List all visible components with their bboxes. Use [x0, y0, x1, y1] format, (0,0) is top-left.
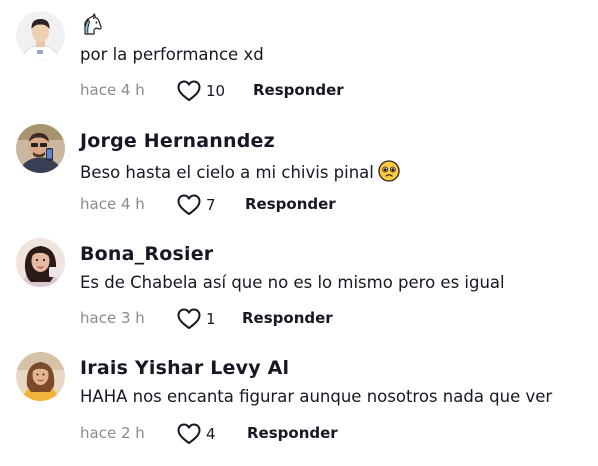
comment-timestamp: hace 4 h	[80, 81, 145, 99]
comment-timestamp: hace 4 h	[80, 195, 145, 213]
comment-item: Irais Yishar Levy Al HAHA nos encanta fi…	[0, 342, 598, 452]
comment-timestamp: hace 2 h	[80, 424, 145, 442]
heart-icon	[177, 194, 201, 216]
comment-text: Beso hasta el cielo a mi chivis pinal	[80, 160, 400, 186]
comment-text-content: Beso hasta el cielo a mi chivis pinal	[80, 163, 374, 182]
comment-item: Jorge Hernanndez Beso hasta el cielo a m…	[0, 114, 598, 224]
heart-icon	[177, 423, 201, 445]
pleading-face-icon	[378, 160, 400, 186]
comment-item: Bona_Rosier Es de Chabela así que no es …	[0, 228, 598, 338]
like-count: 7	[206, 196, 216, 214]
reply-button[interactable]: Responder	[242, 309, 333, 327]
like-count: 1	[206, 310, 216, 328]
comment-list: por la performance xd hace 4 h 10 Respon…	[0, 0, 598, 466]
avatar[interactable]	[16, 11, 65, 60]
username[interactable]	[80, 13, 104, 42]
username[interactable]: Bona_Rosier	[80, 243, 213, 265]
comment-text: por la performance xd	[80, 45, 264, 64]
like-button[interactable]: 7	[177, 193, 216, 217]
avatar[interactable]	[16, 352, 65, 401]
reply-button[interactable]: Responder	[247, 424, 338, 442]
reply-button[interactable]: Responder	[245, 195, 336, 213]
comment-text: HAHA nos encanta figurar aunque nosotros…	[80, 387, 553, 406]
comment-item: por la performance xd hace 4 h 10 Respon…	[0, 0, 598, 110]
heart-icon	[177, 308, 201, 330]
username[interactable]: Irais Yishar Levy Al	[80, 357, 289, 379]
like-count: 10	[206, 82, 226, 100]
comment-timestamp: hace 3 h	[80, 309, 145, 327]
username[interactable]: Jorge Hernanndez	[80, 130, 275, 152]
comment-text: Es de Chabela así que no es lo mismo per…	[80, 273, 505, 292]
like-count: 4	[206, 425, 216, 443]
avatar[interactable]	[16, 238, 65, 287]
heart-icon	[177, 80, 201, 102]
reply-button[interactable]: Responder	[253, 81, 344, 99]
unicorn-icon	[80, 13, 104, 42]
like-button[interactable]: 1	[177, 307, 216, 331]
like-button[interactable]: 10	[177, 79, 225, 103]
like-button[interactable]: 4	[177, 422, 216, 446]
avatar[interactable]	[16, 124, 65, 173]
